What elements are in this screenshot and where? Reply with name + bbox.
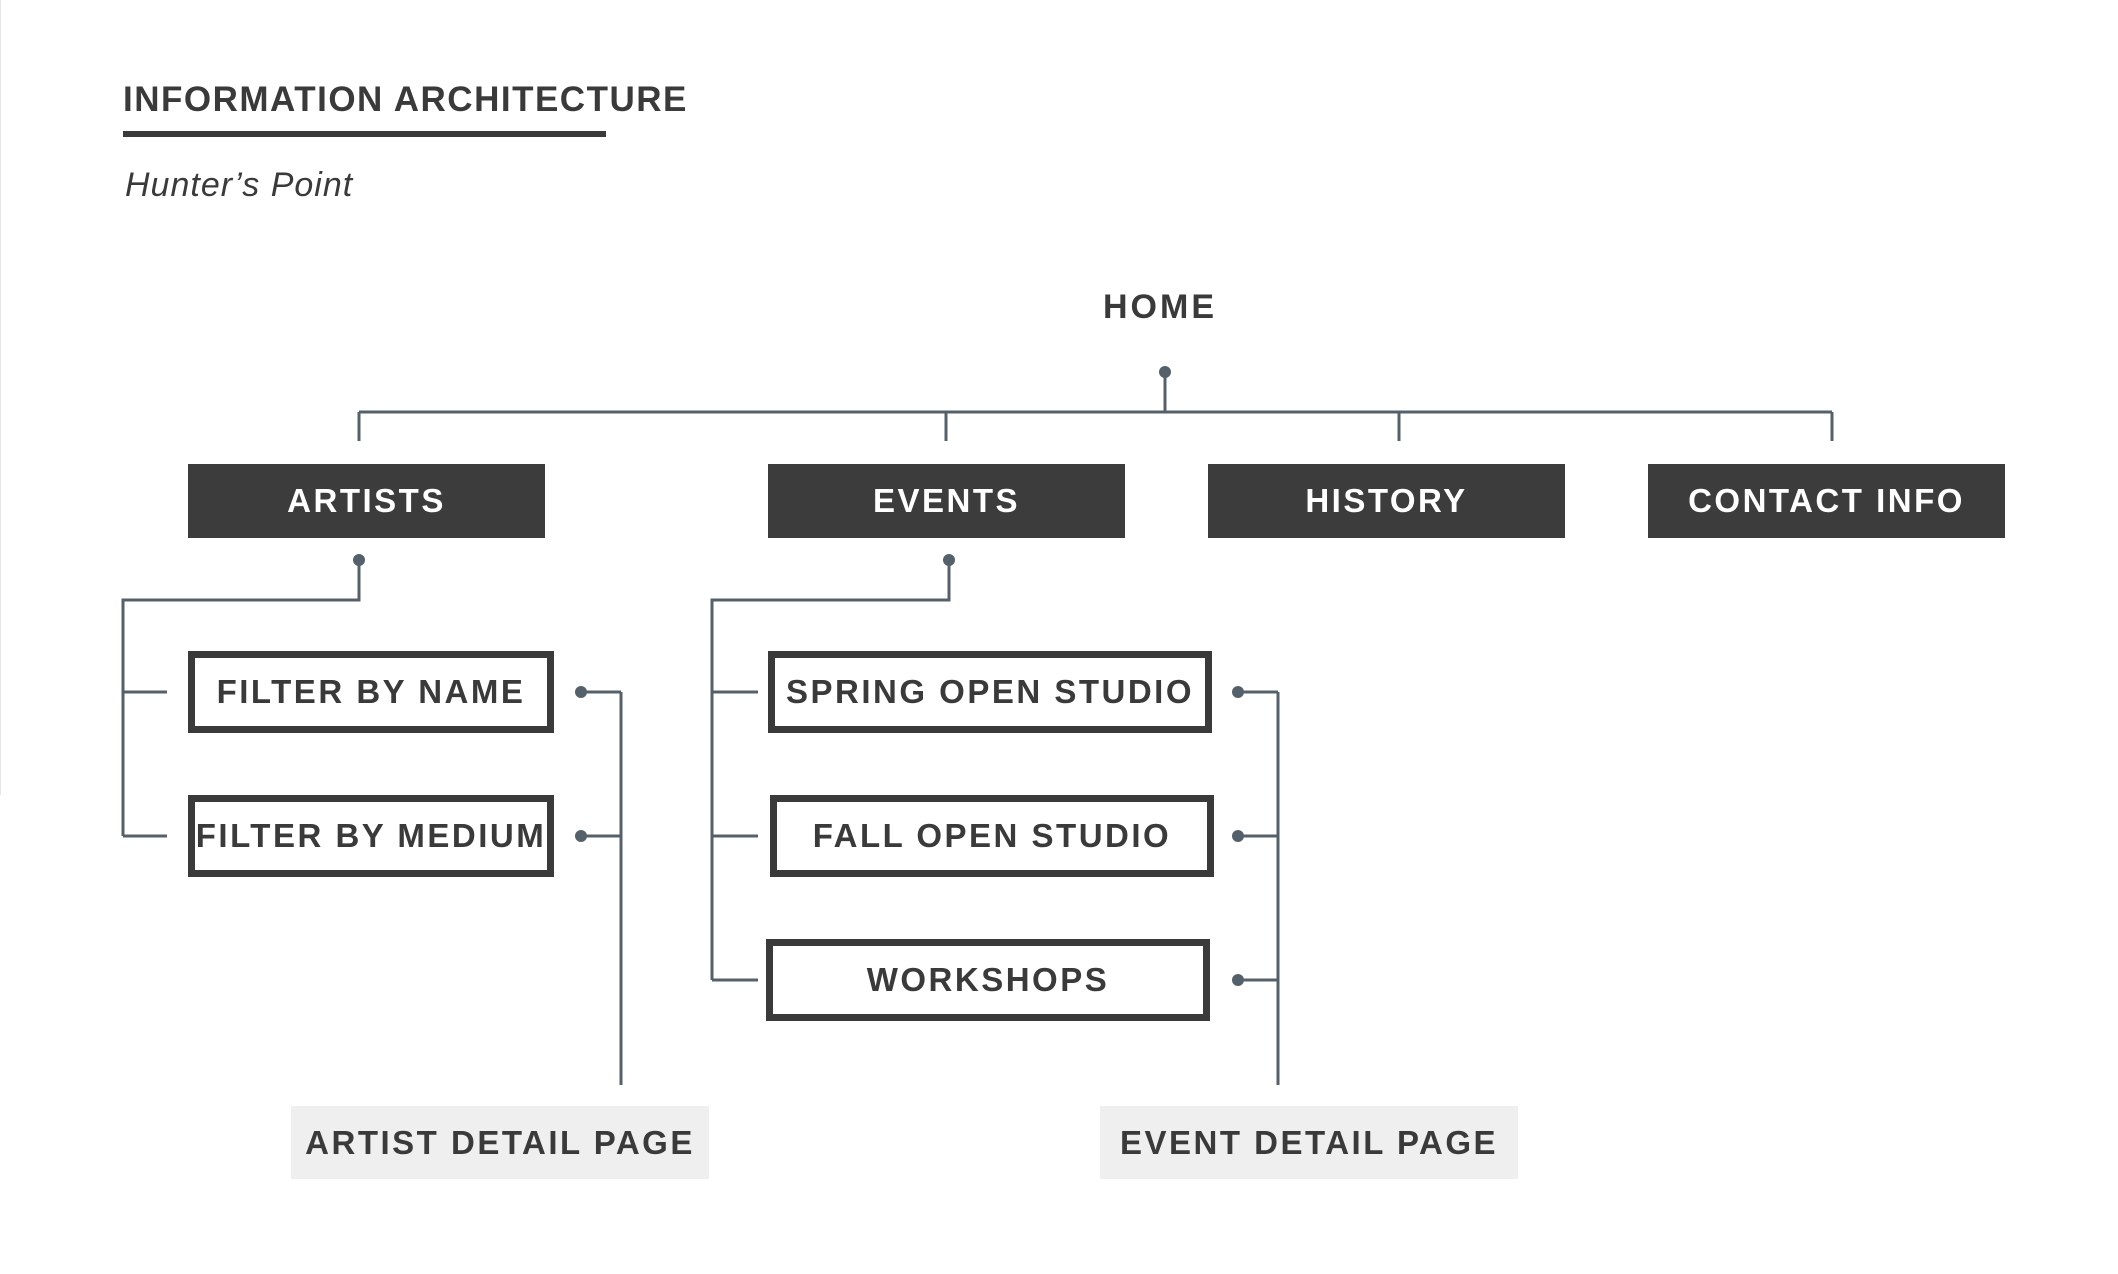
section-artists[interactable]: ARTISTS <box>188 464 545 538</box>
artist-detail-page[interactable]: ARTIST DETAIL PAGE <box>291 1106 709 1179</box>
section-contact-info[interactable]: CONTACT INFO <box>1648 464 2005 538</box>
filter-by-medium[interactable]: FILTER BY MEDIUM <box>188 795 554 877</box>
workshops[interactable]: WORKSHOPS <box>766 939 1210 1021</box>
section-history[interactable]: HISTORY <box>1208 464 1565 538</box>
events-children-bracket <box>710 560 951 980</box>
event-detail-page[interactable]: EVENT DETAIL PAGE <box>1100 1106 1518 1179</box>
fall-open-studio[interactable]: FALL OPEN STUDIO <box>770 795 1214 877</box>
spring-open-studio[interactable]: SPRING OPEN STUDIO <box>768 651 1212 733</box>
section-events[interactable]: EVENTS <box>768 464 1125 538</box>
ia-diagram: INFORMATION ARCHITECTURE Hunter’s Point <box>0 0 2118 1274</box>
filter-by-name[interactable]: FILTER BY NAME <box>188 651 554 733</box>
home-node[interactable]: HOME <box>1060 288 1260 327</box>
connector-lines <box>121 366 1834 1085</box>
